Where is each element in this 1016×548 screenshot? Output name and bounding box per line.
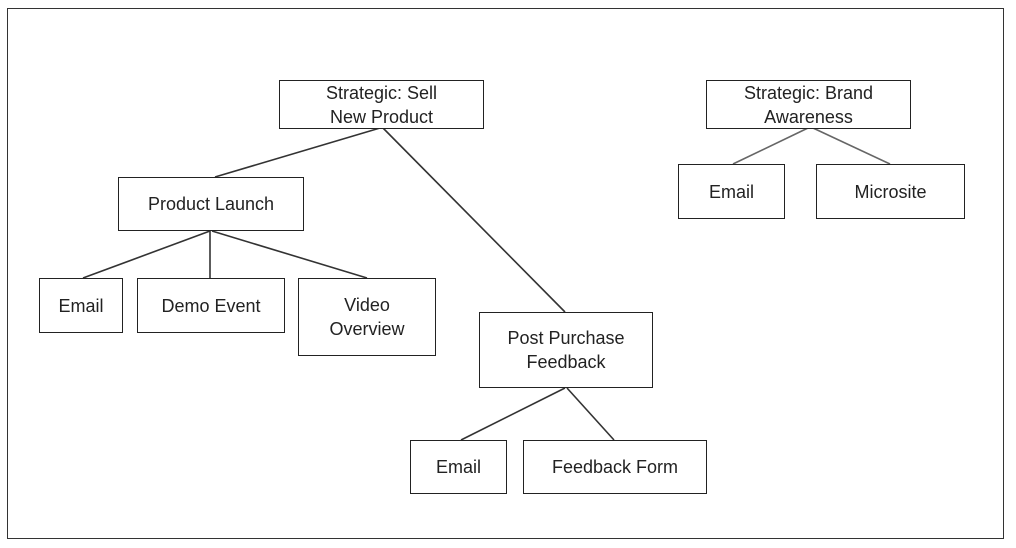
edge-brand-microsite xyxy=(812,127,891,165)
edge-launch-email xyxy=(82,230,211,279)
node-post-purchase-feedback: Post Purchase Feedback xyxy=(479,312,653,388)
node-strategic-brand-awareness: Strategic: Brand Awareness xyxy=(706,80,911,129)
edge-ppf-email xyxy=(460,387,566,441)
node-strategic-sell-new-product: Strategic: Sell New Product xyxy=(279,80,484,129)
node-email-ppf: Email xyxy=(410,440,507,494)
node-demo-event: Demo Event xyxy=(137,278,285,333)
edge-ppf-form xyxy=(566,387,615,441)
node-product-launch: Product Launch xyxy=(118,177,304,231)
edge-launch-video xyxy=(211,230,368,279)
edge-sell-launch xyxy=(214,127,381,178)
edge-brand-email xyxy=(732,127,809,165)
node-feedback-form: Feedback Form xyxy=(523,440,707,494)
node-microsite: Microsite xyxy=(816,164,965,219)
node-video-overview: Video Overview xyxy=(298,278,436,356)
node-email-brand: Email xyxy=(678,164,785,219)
node-email-launch: Email xyxy=(39,278,123,333)
